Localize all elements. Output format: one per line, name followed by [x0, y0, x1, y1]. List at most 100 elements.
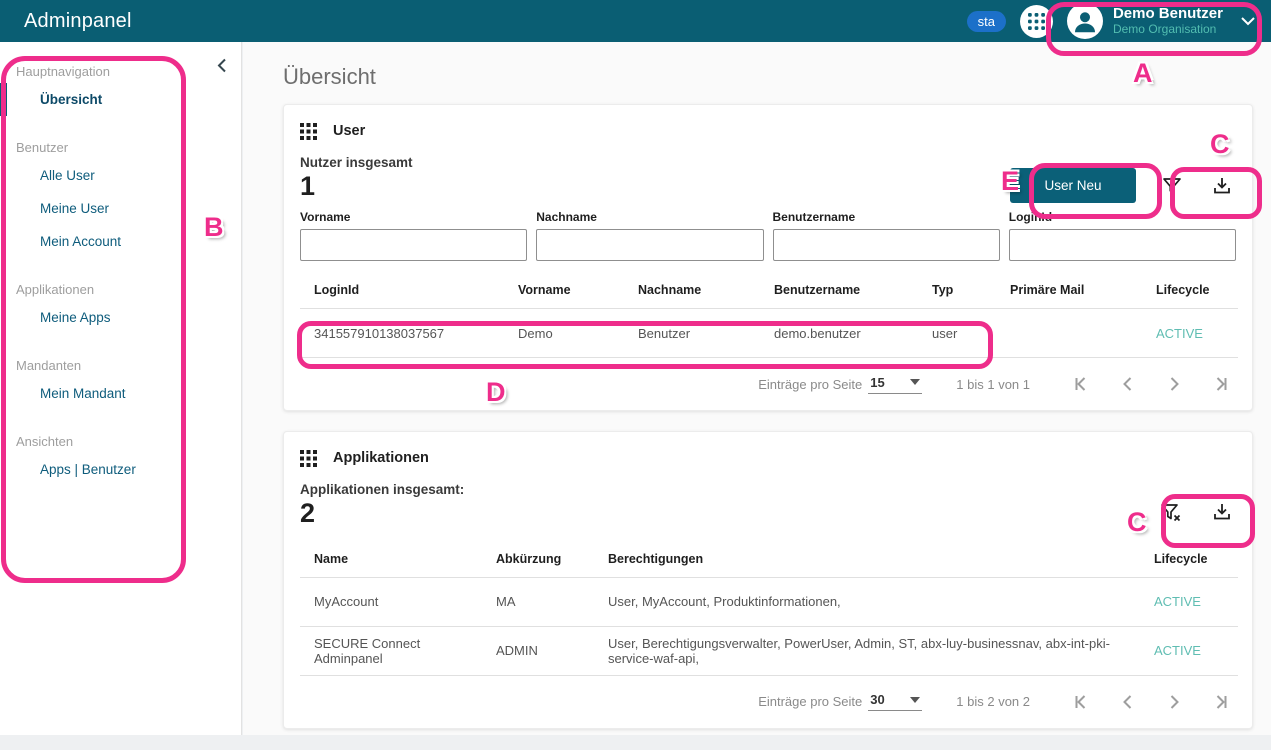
sidebar: Hauptnavigation Übersicht Benutzer Alle … [0, 42, 242, 735]
main-content: Übersicht User Nutzer insgesamt 1 User N… [243, 42, 1271, 735]
benutzername-input[interactable] [773, 229, 1000, 261]
sidebar-collapse-button[interactable] [217, 58, 227, 73]
col-nachname: Nachname [632, 277, 768, 309]
user-name: Demo Benutzer [1113, 5, 1223, 22]
apps-grid-icon [1028, 13, 1045, 30]
user-pagination: Einträge pro Seite 15 1 bis 1 von 1 [300, 358, 1236, 410]
download-icon [1210, 500, 1234, 524]
filter-button[interactable] [1158, 172, 1186, 200]
previous-page-button[interactable] [1116, 690, 1140, 714]
filter-remove-icon [1158, 500, 1184, 524]
status-badge: ACTIVE [1150, 309, 1238, 358]
col-name: Name [300, 546, 490, 578]
applications-total-value: 2 [300, 497, 1236, 529]
sidebar-item-mein-account[interactable]: Mein Account [0, 225, 241, 258]
download-icon [1210, 174, 1234, 198]
nav-section-mandanten: Mandanten [0, 358, 241, 373]
chevron-left-icon [217, 58, 227, 73]
person-icon [1070, 6, 1100, 36]
grid-icon [300, 450, 317, 467]
sidebar-item-apps-benutzer[interactable]: Apps | Benutzer [0, 453, 241, 486]
sidebar-item-alle-user[interactable]: Alle User [0, 159, 241, 192]
status-badge: ACTIVE [1148, 577, 1238, 626]
loginid-input[interactable] [1009, 229, 1236, 261]
user-texts: Demo Benutzer Demo Organisation [1113, 5, 1223, 36]
applications-card-title: Applikationen [333, 450, 429, 466]
app-title: Adminpanel [24, 10, 132, 33]
environment-badge: sta [967, 11, 1006, 32]
user-menu[interactable]: Demo Benutzer Demo Organisation [1067, 3, 1261, 39]
previous-page-button[interactable] [1116, 372, 1140, 396]
chevron-down-icon [1241, 17, 1255, 26]
first-page-icon [1072, 374, 1092, 394]
user-card: User Nutzer insgesamt 1 User Neu [283, 104, 1253, 411]
filter-label-nachname: Nachname [536, 210, 763, 224]
first-page-button[interactable] [1070, 690, 1094, 714]
table-row[interactable]: 341557910138037567 Demo Benutzer demo.be… [300, 309, 1238, 358]
nav-section-hauptnavigation: Hauptnavigation [0, 64, 241, 79]
last-page-button[interactable] [1208, 690, 1232, 714]
chevron-right-icon [1164, 374, 1184, 394]
filter-label-loginid: LoginId [1009, 210, 1236, 224]
header-right: sta [967, 0, 1261, 42]
page-title: Übersicht [283, 64, 1253, 90]
col-primaere-mail: Primäre Mail [1004, 277, 1150, 309]
vorname-input[interactable] [300, 229, 527, 261]
chevron-left-icon [1118, 374, 1138, 394]
status-badge: ACTIVE [1148, 626, 1238, 675]
page-size-select[interactable]: 15 [868, 375, 922, 394]
col-vorname: Vorname [512, 277, 632, 309]
dropdown-caret-icon [910, 379, 920, 385]
user-table: LoginId Vorname Nachname Benutzername Ty… [300, 277, 1238, 358]
col-lifecycle: Lifecycle [1148, 546, 1238, 578]
col-benutzername: Benutzername [768, 277, 926, 309]
chevron-right-icon [1164, 692, 1184, 712]
page-size-select[interactable]: 30 [868, 692, 922, 711]
last-page-button[interactable] [1208, 372, 1232, 396]
download-button[interactable] [1208, 498, 1236, 526]
col-abkuerzung: Abkürzung [490, 546, 602, 578]
next-page-button[interactable] [1162, 690, 1186, 714]
nav-section-ansichten: Ansichten [0, 434, 241, 449]
filter-label-vorname: Vorname [300, 210, 527, 224]
user-card-title: User [333, 123, 365, 139]
chevron-left-icon [1118, 692, 1138, 712]
col-lifecycle: Lifecycle [1150, 277, 1238, 309]
applications-card: Applikationen Applikationen insgesamt: 2 [283, 431, 1253, 728]
pagination-range: 1 bis 2 von 2 [956, 694, 1030, 709]
applications-table: Name Abkürzung Berechtigungen Lifecycle … [300, 546, 1238, 676]
col-loginid: LoginId [300, 277, 512, 309]
table-row[interactable]: MyAccount MA User, MyAccount, Produktinf… [300, 577, 1238, 626]
applications-pagination: Einträge pro Seite 30 1 bis 2 von 2 [300, 676, 1236, 728]
nav-section-benutzer: Benutzer [0, 140, 241, 155]
app-header: Adminpanel sta [0, 0, 1271, 42]
table-row[interactable]: SECURE Connect Adminpanel ADMIN User, Be… [300, 626, 1238, 675]
user-organisation: Demo Organisation [1113, 23, 1223, 37]
applications-total-label: Applikationen insgesamt: [300, 482, 1236, 497]
pagination-range: 1 bis 1 von 1 [956, 377, 1030, 392]
filter-icon [1160, 174, 1184, 198]
nav-section-applikationen: Applikationen [0, 282, 241, 297]
download-button[interactable] [1208, 172, 1236, 200]
first-page-icon [1072, 692, 1092, 712]
last-page-icon [1210, 692, 1230, 712]
first-page-button[interactable] [1070, 372, 1094, 396]
sidebar-item-mein-mandant[interactable]: Mein Mandant [0, 377, 241, 410]
filter-clear-button[interactable] [1156, 498, 1186, 526]
sidebar-item-uebersicht[interactable]: Übersicht [0, 83, 241, 116]
user-neu-button[interactable]: User Neu [1010, 168, 1136, 203]
app-launcher-button[interactable] [1020, 5, 1053, 38]
dropdown-caret-icon [910, 697, 920, 703]
next-page-button[interactable] [1162, 372, 1186, 396]
page-size-label: Einträge pro Seite [758, 377, 862, 392]
col-typ: Typ [926, 277, 1004, 309]
col-berechtigungen: Berechtigungen [602, 546, 1148, 578]
grid-icon [300, 123, 317, 140]
filter-label-benutzername: Benutzername [773, 210, 1000, 224]
sidebar-item-meine-user[interactable]: Meine User [0, 192, 241, 225]
avatar [1067, 3, 1103, 39]
nachname-input[interactable] [536, 229, 763, 261]
last-page-icon [1210, 374, 1230, 394]
sidebar-item-meine-apps[interactable]: Meine Apps [0, 301, 241, 334]
page-size-label: Einträge pro Seite [758, 694, 862, 709]
